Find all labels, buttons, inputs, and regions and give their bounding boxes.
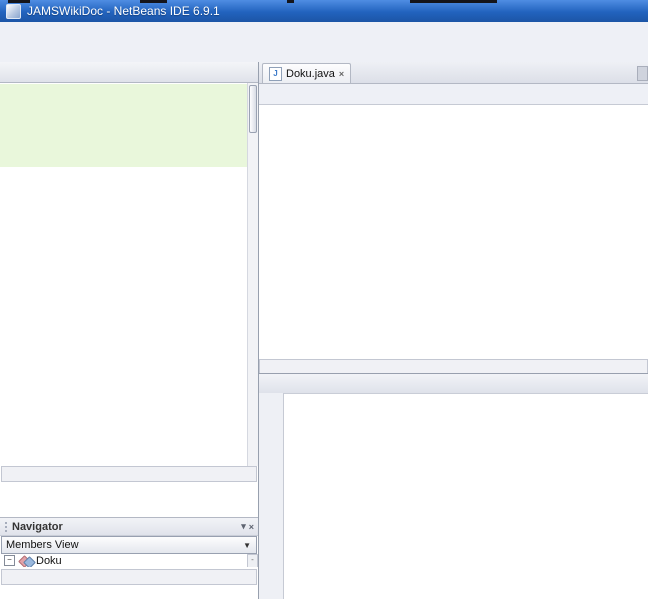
netbeans-logo-icon (6, 4, 21, 19)
tab-doku-java[interactable]: J Doku.java × (262, 63, 351, 83)
minimize-icon[interactable]: ▾ (241, 521, 246, 532)
navigator-tree[interactable]: − Doku - (0, 554, 258, 567)
main-toolbar (0, 40, 648, 63)
chevron-down-icon: ▼ (243, 541, 256, 550)
editor-area: J Doku.java × (259, 62, 648, 599)
window-title: JAMSWikiDoc - NetBeans IDE 6.9.1 (27, 4, 220, 18)
menu-bar (0, 22, 648, 41)
java-file-icon: J (269, 67, 282, 81)
editor-tab-label: Doku.java (286, 68, 335, 80)
scrollbar-thumb[interactable] (249, 85, 257, 133)
vertical-scrollbar[interactable] (247, 83, 258, 466)
background-window-fragment (287, 0, 294, 3)
collapse-toggle-icon[interactable]: − (4, 555, 15, 566)
left-panel: Navigator ▾× Members View ▼ − Doku - (0, 62, 259, 599)
code-editor[interactable] (259, 105, 648, 360)
navigator-root-node[interactable]: Doku (36, 555, 62, 567)
horizontal-scrollbar[interactable] (1, 466, 257, 482)
navigator-title: Navigator (12, 521, 63, 533)
navigator-header[interactable]: Navigator ▾× (0, 517, 258, 536)
navigator-view-label: Members View (6, 539, 79, 551)
navigator-filter-toolbar (0, 583, 258, 599)
background-window-fragment (8, 0, 30, 3)
tab-scroll-button[interactable] (637, 66, 648, 81)
variables-table (284, 393, 648, 599)
title-bar[interactable]: JAMSWikiDoc - NetBeans IDE 6.9.1 (0, 0, 648, 22)
navigator-view-selector[interactable]: Members View ▼ (1, 536, 257, 554)
editor-toolbar (259, 84, 648, 105)
suspended-threads-background (0, 84, 247, 167)
netbeans-window: JAMSWikiDoc - NetBeans IDE 6.9.1 Navigat… (0, 0, 648, 599)
close-icon[interactable]: × (339, 69, 344, 79)
editor-tab-strip: J Doku.java × (259, 62, 648, 84)
variables-view (259, 393, 648, 599)
class-icon (20, 556, 32, 566)
debugging-call-stack[interactable] (0, 83, 258, 466)
background-window-fragment (410, 0, 497, 3)
variables-toolbar (259, 393, 284, 599)
mini-scrollbar[interactable]: - (247, 554, 258, 567)
debugger-panel-tabs (259, 373, 648, 394)
left-panel-tabs (0, 62, 258, 83)
background-window-fragment (140, 0, 167, 3)
debugging-toolbar (0, 482, 258, 515)
close-icon[interactable]: × (249, 522, 254, 532)
